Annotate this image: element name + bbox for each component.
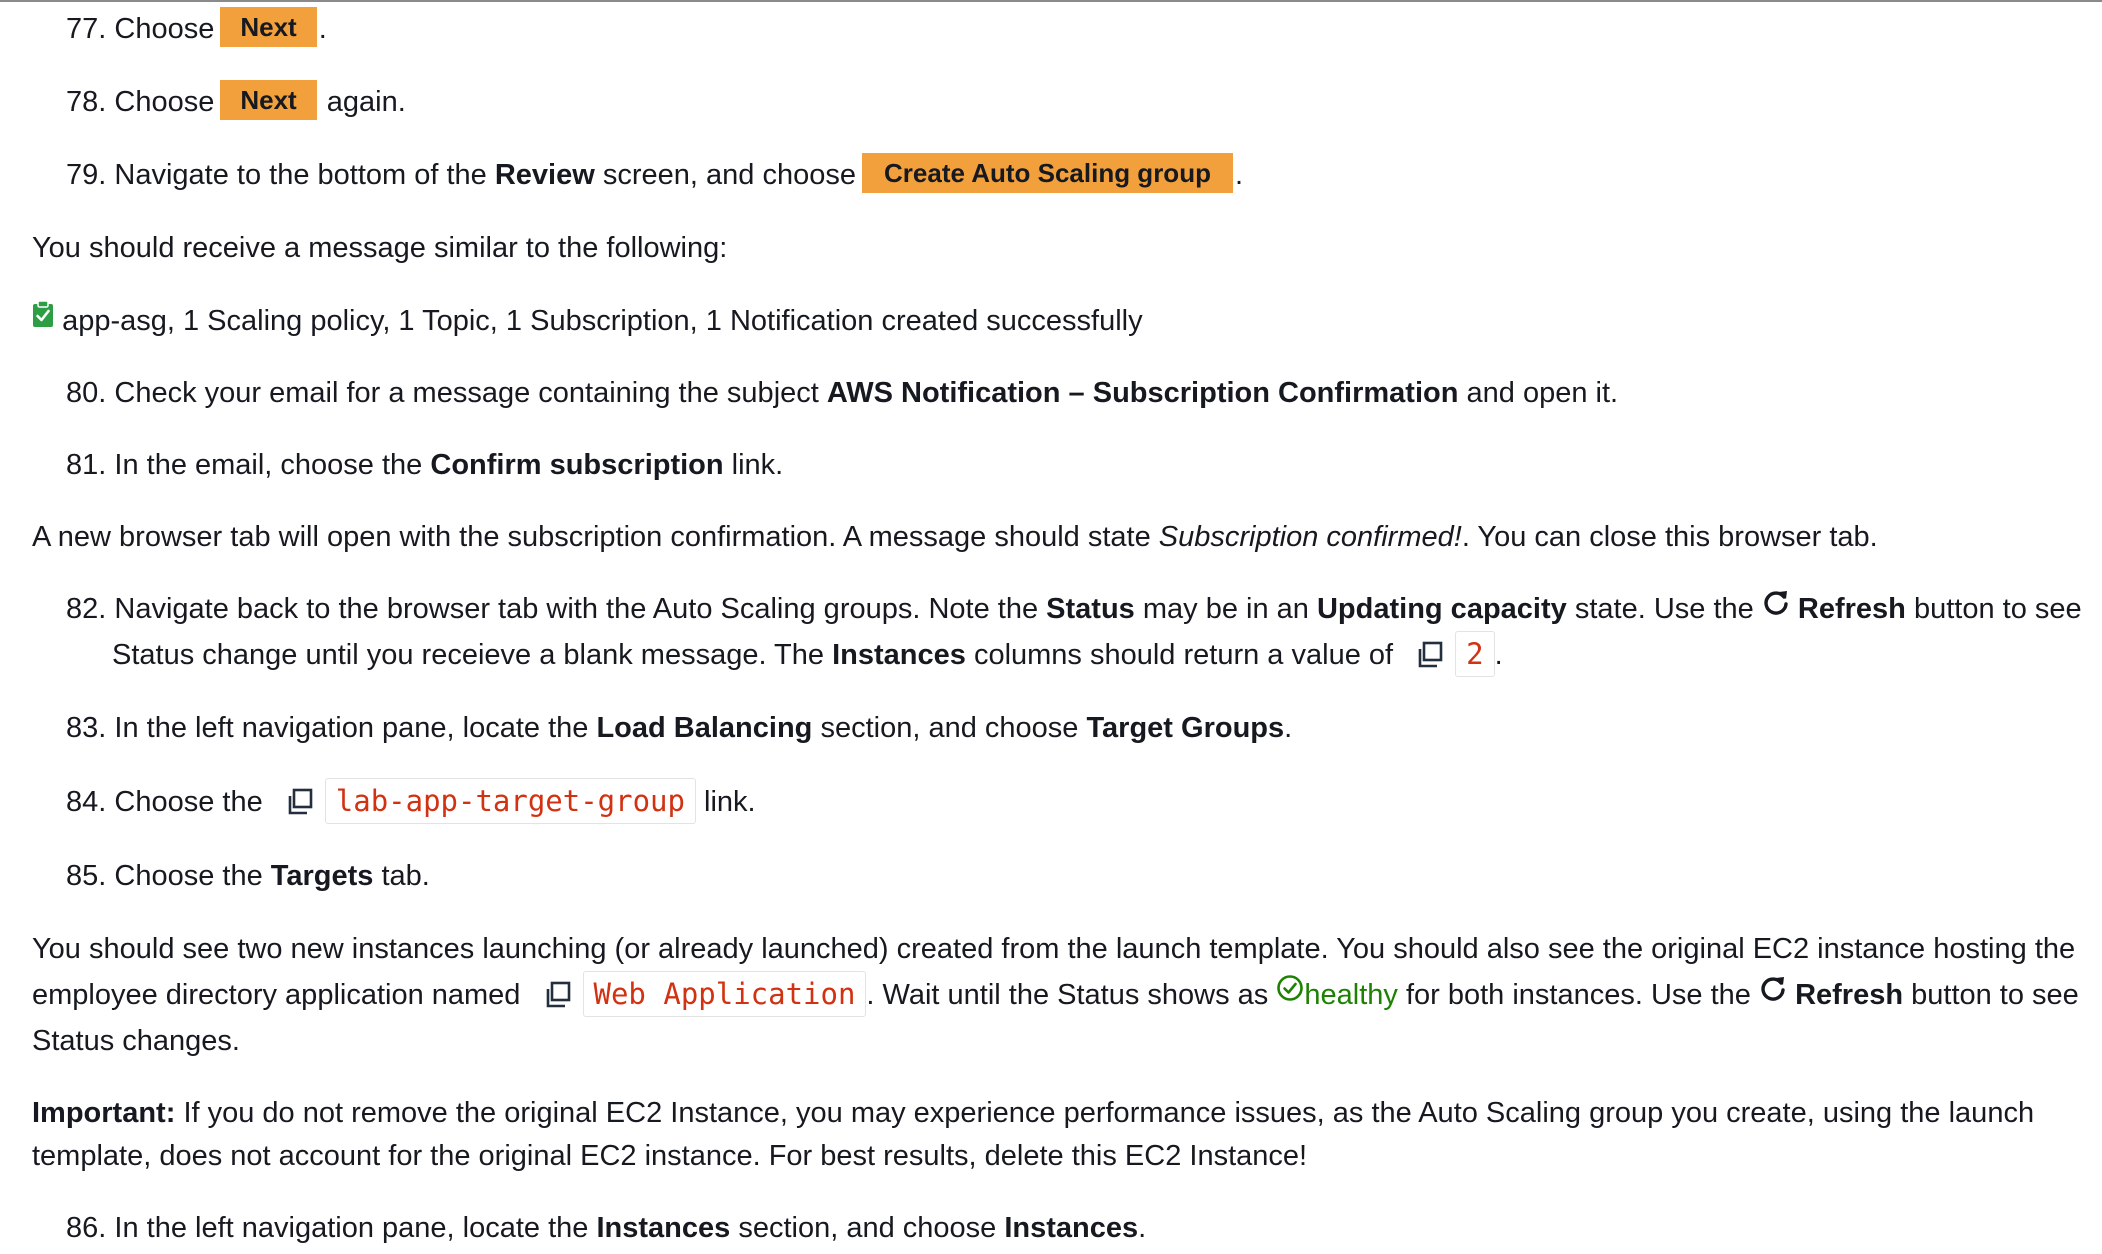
step-text: button to see: [1913, 593, 2082, 625]
step-86: 86. In the left navigation pane, locate …: [66, 1205, 1146, 1251]
step-83: 83. In the left navigation pane, locate …: [66, 705, 1292, 751]
important-label: Important:: [32, 1097, 176, 1129]
copy-icon[interactable]: [1415, 638, 1445, 668]
next-button[interactable]: Next: [220, 7, 317, 48]
confirm-subscription-label: Confirm subscription: [430, 449, 724, 481]
paragraph-text: . You can close this browser tab.: [1461, 521, 1878, 553]
paragraph-text: employee directory application named: [32, 979, 521, 1011]
review-label: Review: [494, 159, 595, 191]
paragraph-text: If you do not remove the original EC2 In…: [183, 1097, 2035, 1129]
refresh-label: Refresh: [1797, 593, 1906, 625]
step-79: 79. Navigate to the bottom of the Review…: [66, 152, 1243, 198]
paragraph-text: button to see: [1911, 979, 2079, 1011]
healthy-status: healthy: [1304, 979, 1398, 1011]
step-text: Navigate to the bottom of the: [114, 159, 487, 191]
step-text: .: [1494, 639, 1503, 671]
web-application-code: Web Application: [582, 971, 867, 1018]
subscription-confirmed-text: Subscription confirmed!: [1158, 521, 1462, 553]
step-82-line-1: 82. Navigate back to the browser tab wit…: [66, 586, 2082, 633]
step-number: 82.: [66, 593, 107, 625]
refresh-label: Refresh: [1795, 979, 1904, 1011]
updating-capacity-label: Updating capacity: [1316, 593, 1567, 625]
step-text: In the left navigation pane, locate the: [114, 712, 589, 744]
success-message: app-asg, 1 Scaling policy, 1 Topic, 1 Su…: [32, 298, 1143, 345]
refresh-icon: [1759, 970, 1787, 1016]
step-text: Choose: [114, 86, 215, 118]
step-number: 85.: [66, 860, 107, 892]
step-80: 80. Check your email for a message conta…: [66, 370, 1618, 416]
step-text: .: [318, 13, 327, 45]
step-number: 80.: [66, 377, 107, 409]
step-text: .: [1234, 159, 1244, 191]
step-text: Status change until you receieve a blank…: [112, 639, 825, 671]
step-text: link.: [704, 786, 756, 818]
create-auto-scaling-group-button[interactable]: Create Auto Scaling group: [862, 153, 1233, 194]
step-text: .: [1284, 712, 1293, 744]
copy-icon[interactable]: [285, 785, 315, 815]
instances-value-code: 2: [1455, 631, 1495, 678]
email-subject: AWS Notification – Subscription Confirma…: [826, 377, 1459, 409]
step-81: 81. In the email, choose the Confirm sub…: [66, 442, 783, 488]
step-text: .: [1138, 1212, 1147, 1244]
target-groups-label: Target Groups: [1086, 712, 1285, 744]
targets-label: Targets: [270, 860, 374, 892]
lab-instructions: 77. Choose Next. 78. Choose Next again. 79…: [0, 2, 2102, 1254]
step-number: 81.: [66, 449, 107, 481]
step-text: screen, and choose: [602, 159, 856, 191]
step-77: 77. Choose Next.: [66, 6, 327, 52]
step-text: and open it.: [1466, 377, 1619, 409]
target-group-name-code: lab-app-target-group: [324, 778, 696, 825]
paragraph-text: . Wait until the Status shows as: [866, 979, 1269, 1011]
step-number: 79.: [66, 159, 107, 191]
copy-icon[interactable]: [543, 978, 573, 1008]
step-84: 84. Choose the lab-app-target-group link…: [66, 778, 756, 826]
step-text: Choose the: [114, 860, 263, 892]
next-button[interactable]: Next: [220, 80, 317, 121]
instances-paragraph-line-1: You should see two new instances launchi…: [32, 933, 2076, 965]
check-circle-icon: [1276, 970, 1304, 1016]
instances-section-label: Instances: [596, 1212, 731, 1244]
step-text: In the left navigation pane, locate the: [114, 1212, 589, 1244]
step-78: 78. Choose Next again.: [66, 79, 406, 125]
step-text: section, and choose: [820, 712, 1079, 744]
step-text: link.: [731, 449, 784, 481]
step-text: again.: [326, 86, 406, 118]
step-text: columns should return a value of: [973, 639, 1394, 671]
step-text: Check your email for a message containin…: [114, 377, 819, 409]
step-text: section, and choose: [738, 1212, 997, 1244]
instances-paragraph-line-2: employee directory application named Web…: [32, 970, 2079, 1019]
step-number: 83.: [66, 712, 107, 744]
important-note-line-2: template, does not account for the origi…: [32, 1140, 1308, 1172]
step-number: 84.: [66, 786, 107, 818]
message-intro: You should receive a message similar to …: [32, 232, 728, 264]
load-balancing-label: Load Balancing: [596, 712, 813, 744]
step-number: 86.: [66, 1212, 107, 1244]
step-text: Choose the: [114, 786, 263, 818]
step-text: Navigate back to the browser tab with th…: [114, 593, 1039, 625]
paragraph-text: A new browser tab will open with the sub…: [32, 521, 1151, 553]
instances-paragraph-line-3: Status changes.: [32, 1025, 240, 1057]
browser-tab-note: A new browser tab will open with the sub…: [32, 514, 1878, 560]
step-85: 85. Choose the Targets tab.: [66, 853, 430, 899]
important-note-line-1: Important: If you do not remove the orig…: [32, 1090, 2034, 1136]
refresh-icon: [1762, 584, 1790, 630]
step-number: 78.: [66, 86, 107, 118]
step-text: may be in an: [1142, 593, 1309, 625]
paragraph-text: for both instances. Use the: [1405, 979, 1751, 1011]
step-text: Choose: [114, 13, 215, 45]
step-number: 77.: [66, 13, 107, 45]
clipboard-check-icon: [32, 296, 54, 342]
step-82-line-2: Status change until you receieve a blank…: [112, 631, 1503, 679]
step-text: In the email, choose the: [114, 449, 423, 481]
step-text: tab.: [381, 860, 430, 892]
status-label: Status: [1046, 593, 1135, 625]
success-text: app-asg, 1 Scaling policy, 1 Topic, 1 Su…: [62, 305, 1143, 337]
instances-link-label: Instances: [1004, 1212, 1139, 1244]
instances-label: Instances: [832, 639, 966, 671]
step-text: state. Use the: [1574, 593, 1754, 625]
